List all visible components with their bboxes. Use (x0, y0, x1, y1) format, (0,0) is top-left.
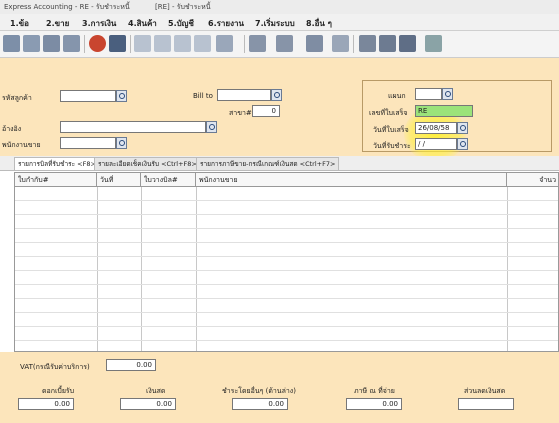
window-title: Express Accounting - RE - รับชำระหนี้ (4, 3, 130, 11)
department-lookup-icon[interactable] (442, 88, 453, 100)
reference-lookup-icon[interactable] (206, 121, 217, 133)
exit-icon[interactable] (425, 35, 442, 52)
save-icon[interactable] (109, 35, 126, 52)
column-amount[interactable]: จำนว (507, 173, 558, 187)
salesperson-label: พนักงานขาย (2, 141, 41, 149)
cancel-icon[interactable] (89, 35, 106, 52)
column-date[interactable]: วันที่ (97, 173, 141, 187)
tab-paid-invoices[interactable]: รายการบิลที่รับชำระ <F8> (14, 157, 100, 170)
menu-setup[interactable]: 7.เริ่มระบบ (255, 17, 295, 30)
interest-label: ดอกเบี้ยรับ (42, 387, 75, 395)
bill-to-label: Bill to (193, 92, 213, 100)
calculator-icon[interactable] (379, 35, 396, 52)
search-icon[interactable] (216, 35, 233, 52)
first-record-icon[interactable] (134, 35, 151, 52)
menu-bar: 1.ข้อ 2.ขาย 3.การเงิน 4.สินค้า 5.บัญชี 6… (0, 14, 559, 31)
customer-lookup-icon[interactable] (116, 90, 127, 102)
payment-date-calendar-icon[interactable] (457, 138, 468, 150)
salesperson-input[interactable] (60, 137, 116, 149)
menu-reports[interactable]: 6.รายงาน (208, 17, 244, 30)
bill-to-input[interactable] (217, 89, 271, 101)
interest-input[interactable]: 0.00 (18, 398, 74, 410)
menu-other[interactable]: 8.อื่น ๆ (306, 17, 332, 30)
bill-to-lookup-icon[interactable] (271, 89, 282, 101)
cash-discount-label: ส่วนลดเงินสด (464, 387, 506, 395)
menu-sales[interactable]: 2.ขาย (46, 17, 69, 30)
next-record-icon[interactable] (174, 35, 191, 52)
print-options-icon[interactable] (276, 35, 293, 52)
withholding-tax-label: ภาษี ณ ที่จ่าย (354, 387, 395, 395)
customer-code-label: รหัสลูกค้า (2, 94, 32, 102)
other-payment-label: ชำระโดยอื่นๆ (ด้านล่าง) (222, 387, 296, 395)
other-payment-input[interactable]: 0.00 (232, 398, 288, 410)
column-invoice-no[interactable]: ใบกำกับ# (15, 173, 97, 187)
salesperson-lookup-icon[interactable] (116, 137, 127, 149)
cash-label: เงินสด (146, 387, 166, 395)
branch-label: สาขา# (229, 109, 252, 117)
new-icon[interactable] (3, 35, 20, 52)
column-salesperson[interactable]: พนักงานขาย (196, 173, 507, 187)
column-billing-no[interactable]: ใบวางบิล# (141, 173, 196, 187)
vat-input[interactable]: 0.00 (106, 359, 156, 371)
menu-file[interactable]: 1.ข้อ (10, 17, 29, 30)
withholding-tax-input[interactable]: 0.00 (346, 398, 402, 410)
invoice-grid: ใบกำกับ# วันที่ ใบวางบิล# พนักงานขาย จำน… (14, 172, 559, 352)
last-record-icon[interactable] (194, 35, 211, 52)
receipt-date-label: วันที่ใบเสร็จ (373, 126, 409, 134)
delete-doc-icon[interactable] (63, 35, 80, 52)
previous-record-icon[interactable] (154, 35, 171, 52)
vat-label: VAT(กรณีรับค่าบริการ) (20, 363, 90, 371)
toolbar (0, 31, 559, 58)
receipt-date-input[interactable]: 26/08/58 (415, 122, 457, 134)
attachment-icon[interactable] (332, 35, 349, 52)
report-icon[interactable] (306, 35, 323, 52)
reference-input[interactable] (60, 121, 206, 133)
receipt-number-label: เลขที่ใบเสร็จ (369, 109, 408, 117)
receipt-number-input[interactable]: RE (415, 105, 473, 117)
reference-label: อ้างอิง (2, 125, 22, 133)
menu-inventory[interactable]: 4.สินค้า (128, 17, 157, 30)
cash-input[interactable]: 0.00 (120, 398, 176, 410)
branch-input[interactable]: 0 (252, 105, 280, 117)
detail-tabs: รายการบิลที่รับชำระ <F8> รายละเอียดเช็คเ… (0, 156, 559, 171)
department-label: แผนก (388, 92, 406, 100)
menu-accounts[interactable]: 5.บัญชี (168, 17, 194, 30)
receipt-date-calendar-icon[interactable] (457, 122, 468, 134)
department-input[interactable] (415, 88, 442, 100)
edit-icon[interactable] (23, 35, 40, 52)
customer-code-input[interactable] (60, 90, 116, 102)
tab-cash-basis-vat[interactable]: รายการภาษีขาย-กรณีเกณฑ์เงินสด <Ctrl+F7> (196, 157, 340, 170)
payment-date-input[interactable]: / / (415, 138, 457, 150)
window-subtitle: [RE] - รับชำระหนี้ (155, 3, 211, 11)
payment-date-label: วันที่รับชำระ (373, 142, 411, 150)
tools-icon[interactable] (359, 35, 376, 52)
cash-discount-input[interactable] (458, 398, 514, 410)
print-icon[interactable] (249, 35, 266, 52)
menu-finance[interactable]: 3.การเงิน (82, 17, 116, 30)
tab-cheque-details[interactable]: รายละเอียดเช็คเงินรับ <Ctrl+F8> (94, 157, 201, 170)
copy-icon[interactable] (43, 35, 60, 52)
calendar-icon[interactable] (399, 35, 416, 52)
title-bar: Express Accounting - RE - รับชำระหนี้ [R… (0, 0, 559, 14)
